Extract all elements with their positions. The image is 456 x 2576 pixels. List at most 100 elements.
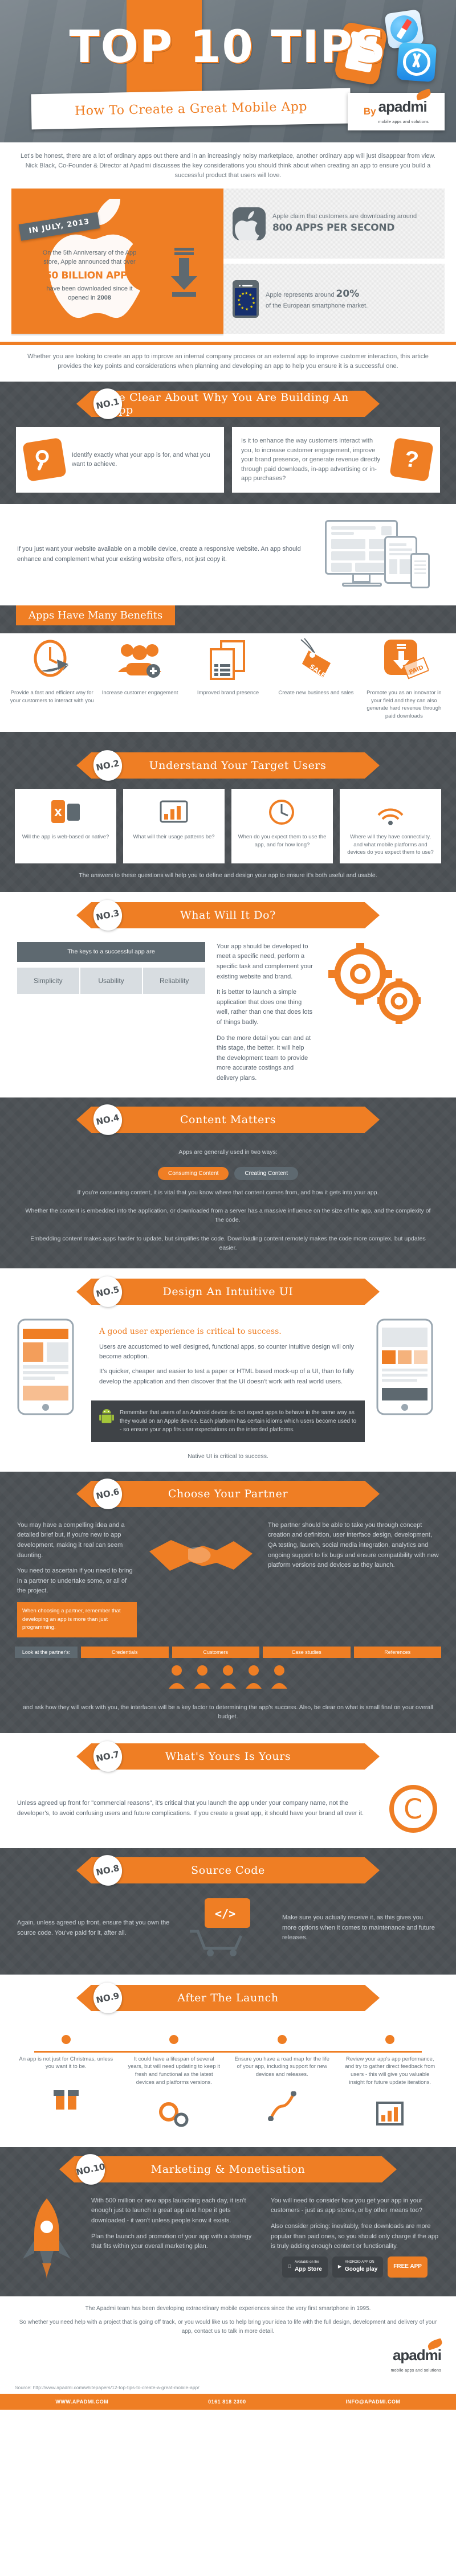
tip5-android-note: Remember that users of an Android device… [91,1400,365,1443]
tip6-body-2: You need to ascertain if you need to bri… [17,1567,133,1595]
source-line: Source: http://www.apadmi.com/whitepaper… [0,2381,456,2394]
tip1-card2-text: Is it to enhance the way customers inter… [241,437,380,482]
timeline-text: An app is not just for Christmas, unless… [15,2050,117,2076]
tab-customers[interactable]: Customers [172,1647,259,1658]
footer-bar: WWW.APADMI.COM 0161 818 2300 INFO@APADMI… [0,2393,456,2410]
tip10-body-1: With 500 million or new apps launching e… [91,2197,246,2224]
tip3-banner: What Will It Do? NO.3 [68,897,388,933]
tip2-card: When do you expect them to use the app, … [231,788,333,864]
tip2-card: Where will they have connectivity, and w… [340,788,441,864]
play-badge-small: ANDROID APP ON [343,2260,374,2264]
intro-paragraph: Let's be honest, there are a lot of ordi… [0,142,456,187]
tip2-banner: Understand Your Target Users NO.2 [68,747,388,784]
free-app-badge[interactable]: FREE APP [388,2256,427,2278]
page-title: TOP 10 TIPS [0,22,456,73]
badge-apple-icon:  [288,2263,291,2270]
stat-box1-lead: Apple claim that customers are downloadi… [272,212,417,220]
people-add-icon [97,636,182,685]
connectivity-icon [345,796,435,829]
app-store-badge[interactable]:  Available on the App Store [282,2256,328,2278]
tab-credentials[interactable]: Credentials [81,1647,169,1658]
tip3-pillars-block: The keys to a successful app are Simplic… [17,941,206,994]
tip5-subhead: Native UI is critical to success. [188,1453,268,1460]
title-number: 10 [190,22,254,73]
stat-panel-left: IN JULY, 2013 On the 5th Anniversary of … [11,189,223,334]
tip4-body-3: Embedding content makes apps harder to u… [30,1235,426,1251]
tip4-pills: Consuming Content Creating Content [0,1161,456,1183]
benefit-item: Increase customer engagement [97,636,182,720]
badge-play-icon: ▶ [336,2263,341,2269]
tip6-body-1: You may have a compelling idea and a det… [17,1521,125,1559]
tip2-note: The answers to these questions will help… [79,872,377,879]
documents-icon [185,636,271,685]
android-icon [99,1409,114,1423]
tip9-banner: After The Launch NO.9 [68,1980,388,2016]
tip10-banner: Marketing & Monetisation NO.10 [51,2151,405,2188]
source-url[interactable]: http://www.apadmi.com/whitepapers/12-top… [33,2385,199,2390]
timeline-text: Ensure you have a road map for the life … [231,2050,333,2083]
tip10-body-4: Also consider pricing: inevitably, free … [271,2222,439,2250]
tip1-card-2: Is it to enhance the way customers inter… [232,427,440,493]
section-tip-2: Understand Your Target Users NO.2 X Will… [0,743,456,892]
tip5-body-1: Users are accustomed to well designed, f… [99,1343,354,1361]
clock-usage-icon [237,796,327,829]
stat-left-line1: On the 5th Anniversary of the App store,… [42,249,137,266]
outro-line-2: So whether you need help with a project … [19,2319,437,2335]
stat-box-apps-per-second: Apple claim that customers are downloadi… [223,189,445,259]
responsive-website-band: If you just want your website available … [0,503,456,605]
stat-box2-percent: 20% [336,288,360,300]
footer-website[interactable]: WWW.APADMI.COM [55,2399,108,2405]
tip3-body-1: Your app should be developed to meet a s… [217,943,313,980]
section-tip-1: Be Clear About Why You Are Building An A… [0,382,456,504]
ui-mockup-phone [17,1318,80,1418]
ios-apple-icon [233,207,266,243]
tip6-banner: Choose Your Partner NO.6 [68,1476,388,1512]
tab-references[interactable]: References [353,1647,441,1658]
section-tip-5: Design An Intuitive UI NO.5 A good user … [0,1268,456,1472]
google-play-badge[interactable]: ▶ ANDROID APP ON Google play [332,2256,384,2278]
clock-icon [9,636,95,685]
tip2-title: Understand Your Target Users [149,759,327,772]
tip9-timeline: An app is not just for Christmas, unless… [0,2021,456,2137]
footer-phone[interactable]: 0161 818 2300 [208,2399,246,2405]
tip6-title: Choose Your Partner [168,1487,288,1500]
footer-brand-name: apadmi [392,2346,442,2364]
tip1-title: Be Clear About Why You Are Building An A… [111,391,349,417]
tip1-card1-text: Identify exactly what your app is for, a… [72,451,210,468]
section-benefits: Apps Have Many Benefits Provide a fast a… [0,605,456,743]
tip5-quote: A good user experience is critical to su… [99,1327,282,1337]
outro-line-1: The Apadmi team has been developing extr… [85,2305,371,2312]
stat-box2-text: Apple represents around 20% of the Europ… [266,287,368,311]
title-tips: TIPS [270,22,387,73]
stat-left-highlight: 50 BILLION APPS [45,270,134,282]
svg-text:C: C [404,1793,423,1825]
people-group-icon [169,1665,287,1689]
tab-case-studies[interactable]: Case studies [263,1647,351,1658]
tip2-card-grid: X Will the app is web-based or native? W… [0,788,456,864]
by-label: By [363,106,376,117]
eu-phone-icon: ★ ★ ★ ★ ★ ★ ★ ★ ★ ★ ★ [233,280,259,318]
footer-brand: apadmi mobile apps and solutions [0,2338,456,2381]
stat-box1-text: Apple claim that customers are downloadi… [272,212,417,236]
tip1-banner: Be Clear About Why You Are Building An A… [68,386,388,422]
tip7-banner: What's Yours Is Yours NO.7 [68,1738,388,1775]
tip10-body-2: Plan the launch and promotion of your ap… [91,2233,252,2250]
tip4-lead: Apps are generally used in two ways: [178,1148,278,1156]
sales-tag-icon: SALES [273,636,359,685]
outro-section: The Apadmi team has been developing extr… [0,2296,456,2344]
timeline-item: It could have a lifespan of several year… [123,2034,226,2132]
gears-small-icon [123,2096,226,2132]
section-tip-3: What Will It Do? NO.3 The keys to a succ… [0,891,456,1097]
tip4-body-1: If you're consuming content, it is vital… [77,1189,379,1196]
tip5-title: Design An Intuitive UI [162,1285,294,1299]
benefit-label: Increase customer engagement [101,689,178,696]
review-chart-icon [339,2096,442,2132]
footer-email[interactable]: INFO@APADMI.COM [345,2399,400,2405]
benefit-item: PAID Promote you as an innovator in your… [361,636,447,720]
whether-paragraph: Whether you are looking to create an app… [0,345,456,382]
pill-creating-content: Creating Content [234,1166,298,1180]
smartphone-icon [410,552,430,588]
tip2-card: X Will the app is web-based or native? [15,788,116,864]
tip2-card-label: Where will they have connectivity, and w… [347,833,434,856]
benefits-heading: Apps Have Many Benefits [16,605,176,625]
